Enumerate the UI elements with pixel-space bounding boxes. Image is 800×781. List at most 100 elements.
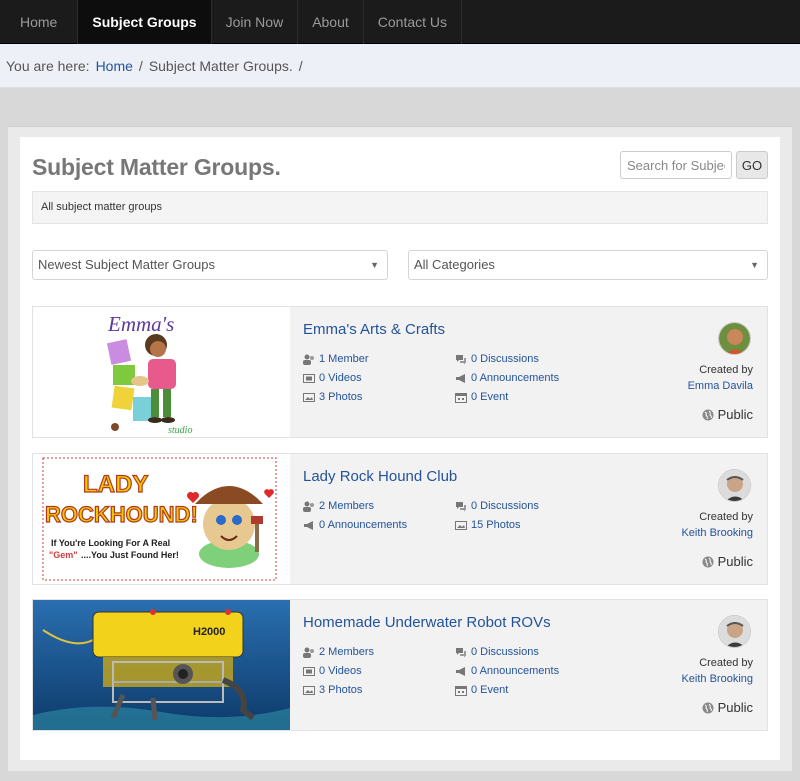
photos-link[interactable]: 3 Photos	[303, 684, 362, 696]
svg-text:Emma's: Emma's	[107, 312, 174, 336]
announcements-link[interactable]: 0 Announcements	[303, 519, 407, 531]
svg-text:studio: studio	[168, 425, 192, 436]
globe-icon	[702, 556, 714, 567]
category-select-value: All Categories	[414, 257, 495, 272]
category-select[interactable]: All Categories ▼	[408, 250, 768, 280]
group-thumbnail[interactable]: LADY ROCKHOUND! If You're Looking For A …	[33, 454, 290, 584]
events-count: 0 Event	[471, 684, 509, 696]
videos-link[interactable]: 0 Videos	[303, 665, 362, 677]
creator-link[interactable]: Keith Brooking	[681, 527, 753, 539]
events-link[interactable]: 0 Event	[455, 684, 508, 696]
members-count: 2 Members	[319, 646, 375, 658]
videos-count: 0 Videos	[319, 665, 362, 677]
privacy-status: Public	[702, 407, 753, 422]
announcements-link[interactable]: 0 Announcements	[455, 372, 559, 384]
group-thumbnail[interactable]: Emma's studio	[33, 307, 290, 437]
members-link[interactable]: 2 Members	[303, 500, 374, 512]
underwater-rov-photo: H2000	[33, 600, 290, 730]
breadcrumb-prefix: You are here:	[6, 57, 90, 74]
photo-icon	[303, 685, 315, 695]
members-link[interactable]: 2 Members	[303, 646, 374, 658]
created-by-label: Created by	[699, 511, 753, 523]
photos-count: 3 Photos	[319, 391, 363, 403]
chevron-down-icon: ▼	[370, 260, 379, 270]
photo-icon	[303, 392, 315, 402]
avatar[interactable]	[718, 469, 751, 502]
breadcrumb-trail-separator: /	[298, 57, 303, 74]
photos-link[interactable]: 15 Photos	[455, 519, 521, 531]
announcements-count: 0 Announcements	[471, 372, 560, 384]
description-bar: All subject matter groups	[32, 191, 768, 224]
videos-count: 0 Videos	[319, 372, 362, 384]
group-title-link[interactable]: Emma's Arts & Crafts	[303, 321, 445, 338]
sort-select[interactable]: Newest Subject Matter Groups ▼	[32, 250, 388, 280]
svg-text:ROCKHOUND!: ROCKHOUND!	[45, 502, 198, 527]
avatar[interactable]	[718, 615, 751, 648]
nav-subject-groups[interactable]: Subject Groups	[78, 0, 212, 44]
discussions-icon	[456, 354, 466, 364]
members-link[interactable]: 1 Member	[303, 353, 369, 365]
lady-rockhound-banner: LADY ROCKHOUND! If You're Looking For A …	[33, 454, 290, 584]
group-card: LADY ROCKHOUND! If You're Looking For A …	[32, 453, 768, 585]
nav-about[interactable]: About	[298, 0, 364, 44]
discussions-count: 0 Discussions	[471, 500, 539, 512]
chevron-down-icon: ▼	[750, 260, 759, 270]
privacy-label: Public	[717, 407, 753, 422]
members-count: 1 Member	[319, 353, 369, 365]
nav-home[interactable]: Home	[0, 0, 79, 44]
svg-text:"Gem": "Gem"	[49, 550, 78, 560]
megaphone-icon	[304, 520, 313, 530]
members-icon	[303, 354, 314, 365]
discussions-link[interactable]: 0 Discussions	[455, 500, 539, 512]
breadcrumb: You are here: Home / Subject Matter Grou…	[0, 44, 800, 88]
group-card: Emma's studio Emma's Arts & Crafts 1 Mem…	[32, 306, 768, 438]
breadcrumb-current: Subject Matter Groups.	[148, 57, 293, 74]
video-icon	[303, 666, 315, 676]
svg-text:....You Just Found Her!: ....You Just Found Her!	[81, 550, 179, 560]
avatar[interactable]	[718, 322, 751, 355]
top-navbar: Home Subject Groups Join Now About Conta…	[0, 0, 800, 44]
announcements-count: 0 Announcements	[471, 665, 560, 677]
svg-text:If You're Looking For A Real: If You're Looking For A Real	[51, 538, 170, 548]
announcements-count: 0 Announcements	[319, 519, 408, 531]
group-title-link[interactable]: Homemade Underwater Robot ROVs	[303, 614, 551, 631]
nav-contact-us[interactable]: Contact Us	[364, 0, 463, 44]
photos-count: 15 Photos	[471, 519, 521, 531]
globe-icon	[702, 409, 714, 420]
megaphone-icon	[456, 666, 465, 676]
megaphone-icon	[456, 373, 465, 383]
search-input[interactable]	[620, 151, 732, 179]
announcements-link[interactable]: 0 Announcements	[455, 665, 559, 677]
discussions-count: 0 Discussions	[471, 646, 539, 658]
calendar-icon	[455, 685, 467, 696]
created-by-label: Created by	[699, 364, 753, 376]
sort-select-value: Newest Subject Matter Groups	[38, 257, 216, 272]
svg-text:H2000: H2000	[193, 626, 225, 638]
discussions-count: 0 Discussions	[471, 353, 539, 365]
emma-studio-logo: Emma's studio	[33, 307, 290, 437]
group-thumbnail[interactable]: H2000	[33, 600, 290, 730]
video-icon	[303, 373, 315, 383]
group-title-link[interactable]: Lady Rock Hound Club	[303, 468, 457, 485]
privacy-status: Public	[702, 700, 753, 715]
videos-link[interactable]: 0 Videos	[303, 372, 362, 384]
photos-link[interactable]: 3 Photos	[303, 391, 362, 403]
members-icon	[303, 501, 314, 512]
breadcrumb-separator: /	[138, 57, 143, 74]
discussions-link[interactable]: 0 Discussions	[455, 353, 539, 365]
nav-join-now[interactable]: Join Now	[212, 0, 299, 44]
privacy-label: Public	[717, 700, 753, 715]
events-link[interactable]: 0 Event	[455, 391, 508, 403]
discussions-link[interactable]: 0 Discussions	[455, 646, 539, 658]
discussions-icon	[456, 501, 466, 511]
members-count: 2 Members	[319, 500, 375, 512]
globe-icon	[702, 702, 714, 713]
go-button[interactable]: GO	[736, 151, 768, 179]
privacy-status: Public	[702, 554, 753, 569]
group-card: H2000 Homemade Underwater Robot ROVs 2 M…	[32, 599, 768, 731]
breadcrumb-home-link[interactable]: Home	[96, 58, 133, 74]
creator-link[interactable]: Emma Davila	[688, 380, 753, 392]
main-panel: Subject Matter Groups. GO All subject ma…	[20, 137, 780, 760]
creator-link[interactable]: Keith Brooking	[681, 673, 753, 685]
privacy-label: Public	[717, 554, 753, 569]
